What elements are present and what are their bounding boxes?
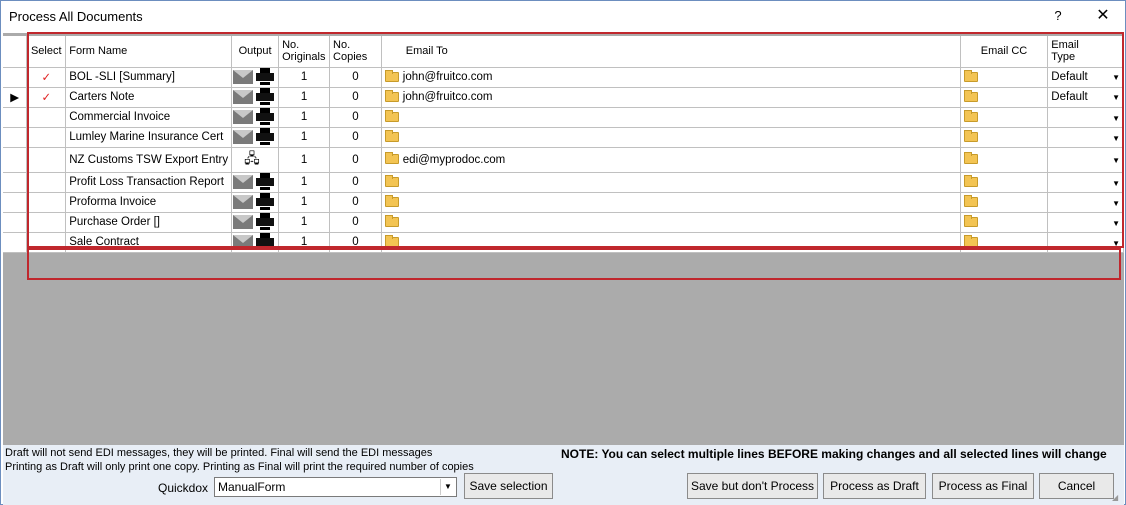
window-title: Process All Documents — [9, 9, 143, 24]
row-indicator[interactable] — [3, 212, 28, 233]
row-indicator[interactable] — [3, 127, 28, 148]
close-button[interactable]: ✕ — [1091, 4, 1115, 28]
process-final-button[interactable]: Process as Final — [932, 473, 1034, 499]
row-indicator[interactable]: ▶ — [3, 87, 28, 108]
chevron-down-icon[interactable]: ▼ — [440, 479, 455, 495]
save-selection-button[interactable]: Save selection — [464, 473, 553, 499]
quickdox-select[interactable]: ManualForm ▼ — [214, 477, 457, 497]
row-indicator[interactable] — [3, 232, 28, 253]
selection-highlight-empty — [27, 248, 1121, 280]
title-bar: Process All Documents ? ✕ — [1, 1, 1125, 32]
row-indicator[interactable] — [3, 172, 28, 193]
save-no-process-button[interactable]: Save but don't Process — [687, 473, 818, 499]
cancel-button[interactable]: Cancel — [1039, 473, 1114, 499]
quickdox-label: Quickdox — [158, 481, 209, 495]
row-header-corner — [3, 36, 28, 68]
draft-note: Draft will not send EDI messages, they w… — [5, 447, 433, 459]
footer-panel: Draft will not send EDI messages, they w… — [3, 445, 1124, 505]
resize-grip-icon[interactable]: ◢ — [1112, 493, 1122, 503]
process-draft-button[interactable]: Process as Draft — [823, 473, 926, 499]
help-button[interactable]: ? — [1046, 4, 1070, 28]
row-indicator[interactable] — [3, 147, 28, 173]
print-note: Printing as Draft will only print one co… — [5, 461, 474, 473]
selection-highlight-grid — [27, 32, 1124, 248]
row-indicator[interactable] — [3, 192, 28, 213]
multi-select-note: NOTE: You can select multiple lines BEFO… — [561, 447, 1107, 461]
row-indicator[interactable] — [3, 67, 28, 88]
row-indicator[interactable] — [3, 107, 28, 128]
quickdox-value: ManualForm — [218, 480, 286, 494]
process-all-documents-dialog: Process All Documents ? ✕ Select Form Na… — [0, 0, 1126, 505]
